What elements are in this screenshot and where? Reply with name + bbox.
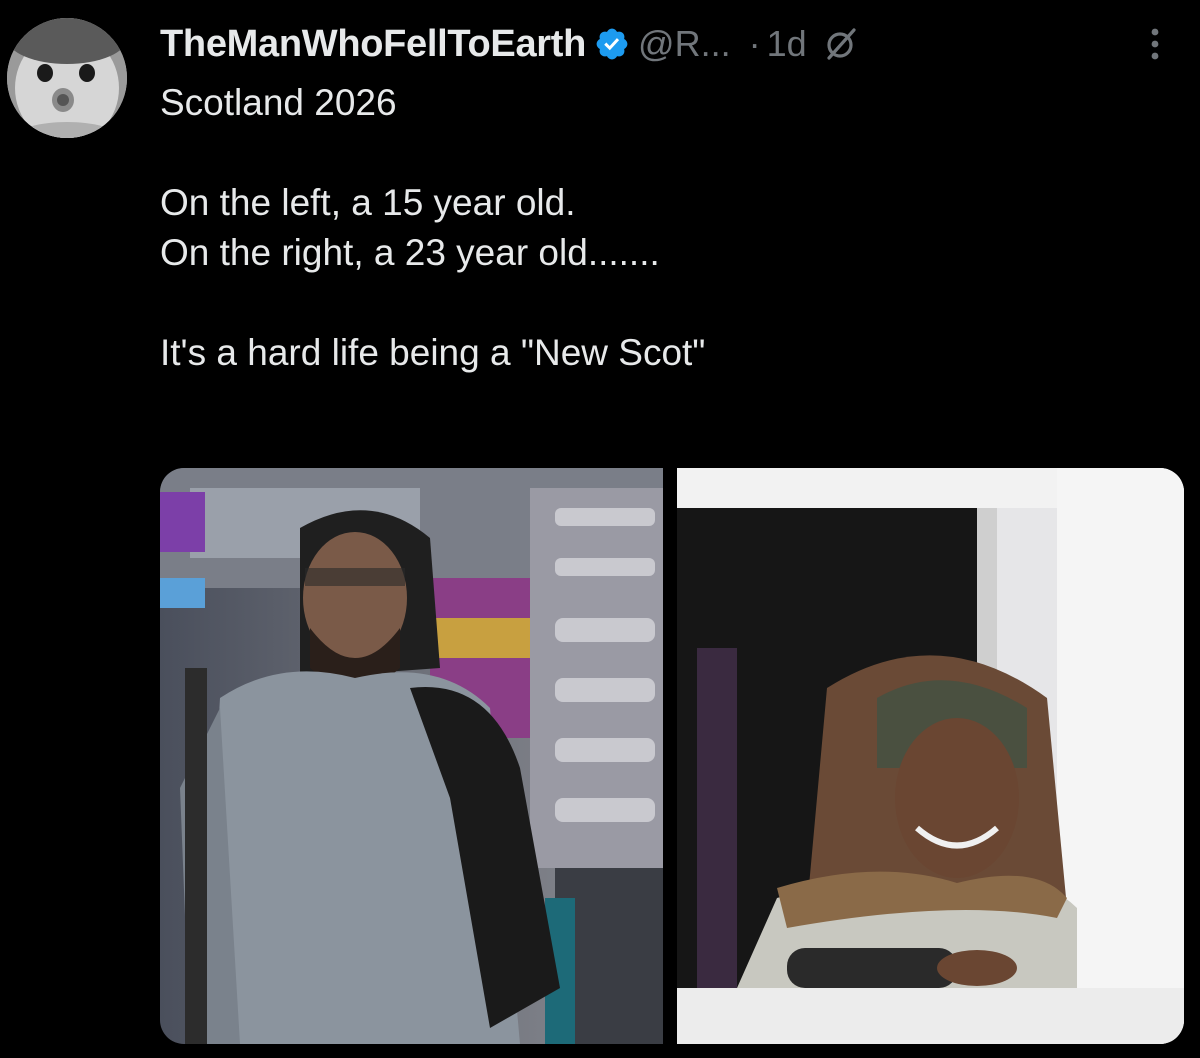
photo-left-image: [160, 468, 663, 1044]
more-options-icon[interactable]: [1140, 24, 1170, 64]
separator-dot: ·: [748, 23, 761, 64]
tweet-line: On the left, a 15 year old.: [160, 182, 576, 223]
grok-icon[interactable]: [821, 24, 861, 64]
user-avatar[interactable]: [7, 18, 127, 138]
tweet-line: It's a hard life being a "New Scot": [160, 332, 706, 373]
tweet-text: Scotland 2026 On the left, a 15 year old…: [160, 78, 1160, 378]
tweet-line: On the right, a 23 year old.......: [160, 232, 660, 273]
tweet-media[interactable]: [160, 468, 1184, 1044]
photo-right[interactable]: [677, 468, 1184, 1044]
photo-left[interactable]: [160, 468, 663, 1044]
photo-right-image: [677, 468, 1184, 1044]
display-name[interactable]: TheManWhoFellToEarth: [160, 23, 586, 66]
tweet-header: TheManWhoFellToEarth @R... · 1d: [160, 18, 1170, 70]
avatar-image: [7, 18, 127, 138]
tweet-line: Scotland 2026: [160, 82, 397, 123]
timestamp[interactable]: 1d: [767, 23, 807, 65]
user-handle[interactable]: @R...: [638, 23, 731, 65]
verified-badge-icon[interactable]: [594, 26, 630, 62]
